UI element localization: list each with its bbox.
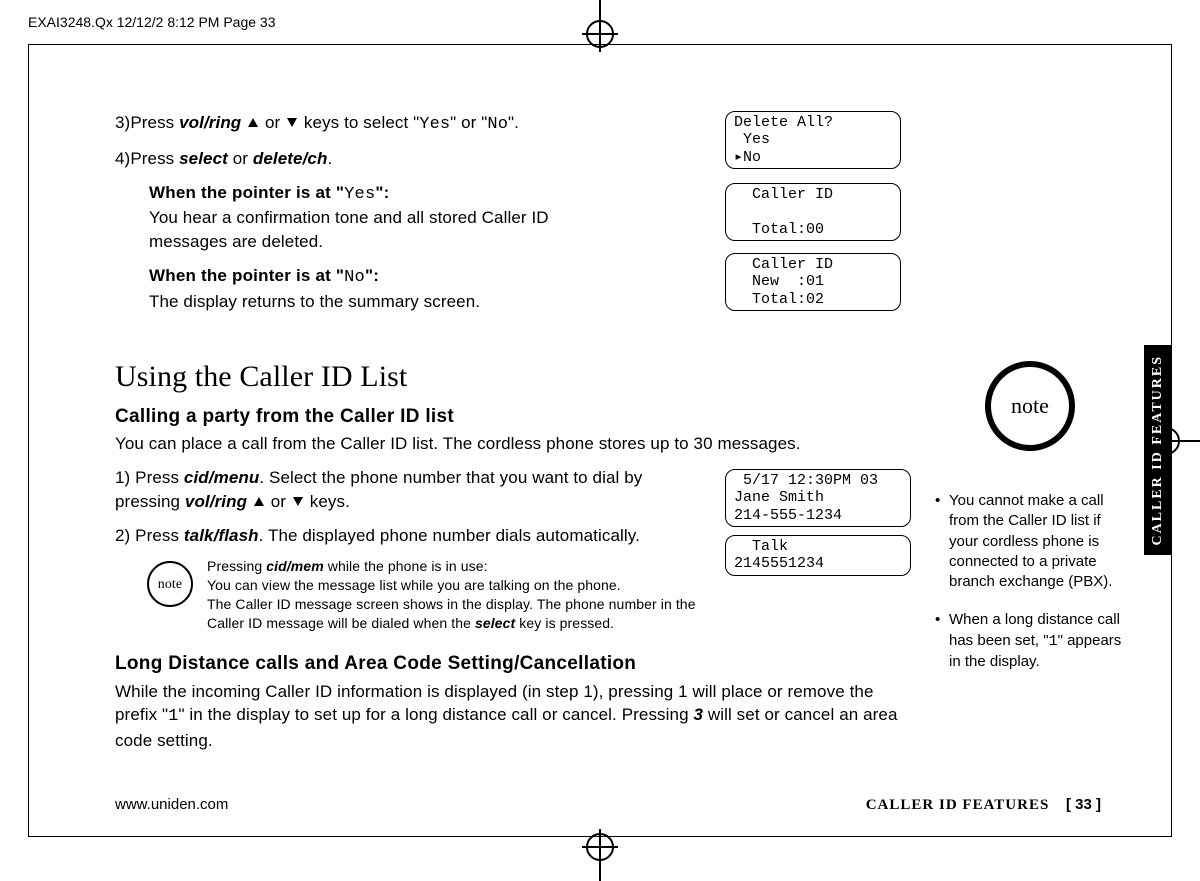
page-footer: www.uniden.com CALLER ID FEATURES [ 33 ] — [115, 796, 1101, 814]
section-heading: Using the Caller ID List — [115, 356, 905, 398]
lcd-caller-id-entry: 5/17 12:30PM 03 Jane Smith 214-555-1234 — [725, 469, 911, 527]
up-arrow-icon — [248, 118, 258, 127]
step-2: 2) Press talk/flash. The displayed phone… — [115, 524, 675, 548]
section-tab-label: CALLER ID FEATURES — [1150, 355, 1166, 546]
step-1: 1) Press cid/menu. Select the phone numb… — [115, 466, 675, 514]
footer-url: www.uniden.com — [115, 796, 228, 813]
registration-mark — [586, 833, 614, 861]
when-no-body: The display returns to the summary scree… — [149, 290, 629, 314]
subsection-heading-long-distance: Long Distance calls and Area Code Settin… — [115, 651, 905, 678]
print-run-header: EXAI3248.Qx 12/12/2 8:12 PM Page 33 — [28, 14, 276, 30]
when-yes-body: You hear a confirmation tone and all sto… — [149, 206, 629, 254]
lcd-delete-all: Delete All? Yes ▸No — [725, 111, 901, 169]
intro-paragraph: You can place a call from the Caller ID … — [115, 432, 905, 456]
note-icon-large: note — [985, 361, 1075, 451]
when-yes-block: When the pointer is at "Yes": You hear a… — [149, 181, 629, 254]
down-arrow-icon — [287, 118, 297, 127]
page-frame: CALLER ID FEATURES 3)Press vol/ring or k… — [28, 44, 1172, 837]
subsection-heading: Calling a party from the Caller ID list — [115, 404, 905, 431]
lcd-talk-dial: Talk 2145551234 — [725, 535, 911, 576]
when-no-block: When the pointer is at "No": The display… — [149, 264, 629, 314]
when-yes-heading: When the pointer is at "Yes": — [149, 181, 629, 207]
section-tab: CALLER ID FEATURES — [1144, 345, 1172, 555]
up-arrow-icon — [254, 497, 264, 506]
footer-section: CALLER ID FEATURES — [866, 797, 1050, 813]
page-number: [ 33 ] — [1066, 796, 1101, 813]
side-note-item: You cannot make a call from the Caller I… — [935, 491, 1125, 592]
page-content: 3)Press vol/ring or keys to select "Yes"… — [115, 111, 1101, 796]
lcd-caller-id-empty: Caller ID Total:00 — [725, 183, 901, 241]
lcd-caller-id-summary: Caller ID New :01 Total:02 — [725, 253, 901, 311]
side-note-item: When a long distance call has been set, … — [935, 610, 1125, 672]
long-distance-paragraph: While the incoming Caller ID information… — [115, 680, 905, 753]
side-note-column: note You cannot make a call from the Cal… — [935, 361, 1125, 690]
when-no-heading: When the pointer is at "No": — [149, 264, 629, 290]
note-icon: note — [147, 561, 193, 607]
down-arrow-icon — [293, 497, 303, 506]
inline-note-text: Pressing cid/mem while the phone is in u… — [207, 557, 717, 633]
